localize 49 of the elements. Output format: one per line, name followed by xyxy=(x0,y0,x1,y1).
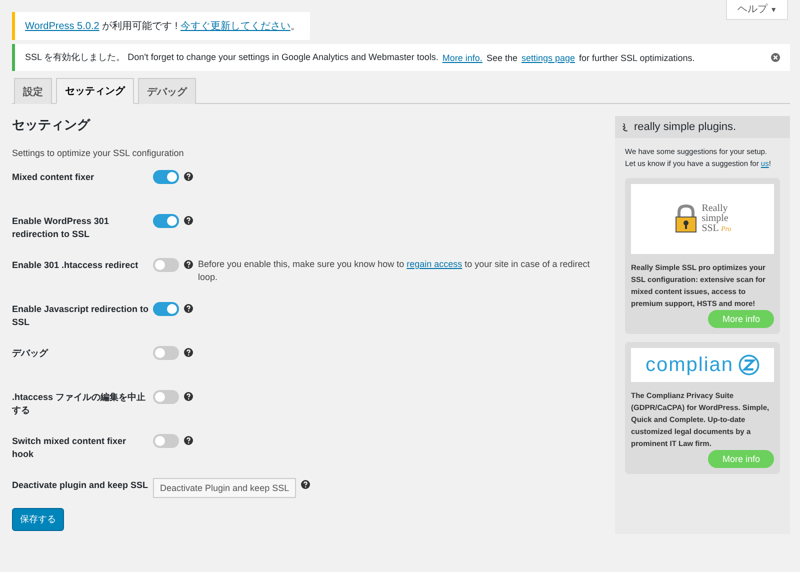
update-now-link[interactable]: 今すぐ更新してください xyxy=(180,21,290,32)
toggle-switch[interactable] xyxy=(153,302,179,316)
setting-label: デバッグ xyxy=(12,347,50,360)
setting-label: Deactivate plugin and keep SSL xyxy=(12,479,150,492)
help-icon[interactable] xyxy=(184,216,193,225)
logo-text: Really xyxy=(702,204,729,214)
help-icon[interactable] xyxy=(184,436,193,445)
setting-label: Enable WordPress 301 redirection to SSL xyxy=(12,215,110,241)
setting-label: Enable Javascript redirection to SSL xyxy=(12,303,150,329)
more-info-link[interactable]: More info. xyxy=(442,52,482,62)
toggle-switch[interactable] xyxy=(153,214,179,228)
help-icon[interactable] xyxy=(184,260,193,269)
help-icon[interactable] xyxy=(184,392,193,401)
notice-text: SSL を有効化しました。 Don't forget to change your settings in Google Analytics and Webmaster tools. xyxy=(25,51,438,64)
padlock-icon xyxy=(674,204,698,234)
tab[interactable]: セッティング xyxy=(56,78,134,104)
section-heading: セッティング xyxy=(12,116,92,134)
setting-label: Switch mixed content fixer hook xyxy=(12,435,128,461)
logo-text: complian xyxy=(645,354,734,376)
regain-access-link[interactable]: regain access xyxy=(406,259,462,269)
tab[interactable]: デバッグ xyxy=(138,78,196,104)
update-notice-text: が利用可能です ! xyxy=(101,21,179,32)
deactivate-button[interactable]: Deactivate Plugin and keep SSL xyxy=(153,478,296,498)
settings-page-link[interactable]: settings page xyxy=(521,52,576,62)
toggle-switch[interactable] xyxy=(153,390,179,404)
update-notice-end: 。 xyxy=(290,21,300,32)
help-icon[interactable] xyxy=(184,172,193,181)
close-icon[interactable] xyxy=(771,53,780,62)
setting-label: Mixed content fixer xyxy=(12,171,96,184)
help-icon[interactable] xyxy=(184,304,193,313)
toggle-switch[interactable] xyxy=(153,258,179,272)
toggle-switch[interactable] xyxy=(153,346,179,360)
help-icon[interactable] xyxy=(301,480,310,489)
z-circle-icon xyxy=(738,354,760,376)
setting-label: .htaccess ファイルの編集を中止する xyxy=(12,391,147,417)
notice-text: for further SSL optimizations. xyxy=(579,52,695,62)
notice-text: See the xyxy=(486,52,518,62)
brand-name: really simple plugins. xyxy=(634,121,736,133)
section-description: Settings to optimize your SSL configuration xyxy=(12,148,185,158)
setting-label: Enable 301 .htaccess redirect xyxy=(12,259,140,272)
logo-text: simple xyxy=(702,214,730,224)
help-icon[interactable] xyxy=(184,348,193,357)
save-button[interactable]: 保存する xyxy=(12,508,64,531)
squiggle-icon xyxy=(621,122,629,132)
toggle-switch[interactable] xyxy=(153,434,179,448)
tab[interactable]: 設定 xyxy=(14,78,52,104)
update-version-link[interactable]: WordPress 5.0.2 xyxy=(25,21,100,32)
setting-note: Before you enable this, make sure you know how to regain access to your site in case of a redirect loop. xyxy=(198,258,591,284)
toggle-switch[interactable] xyxy=(153,170,179,184)
